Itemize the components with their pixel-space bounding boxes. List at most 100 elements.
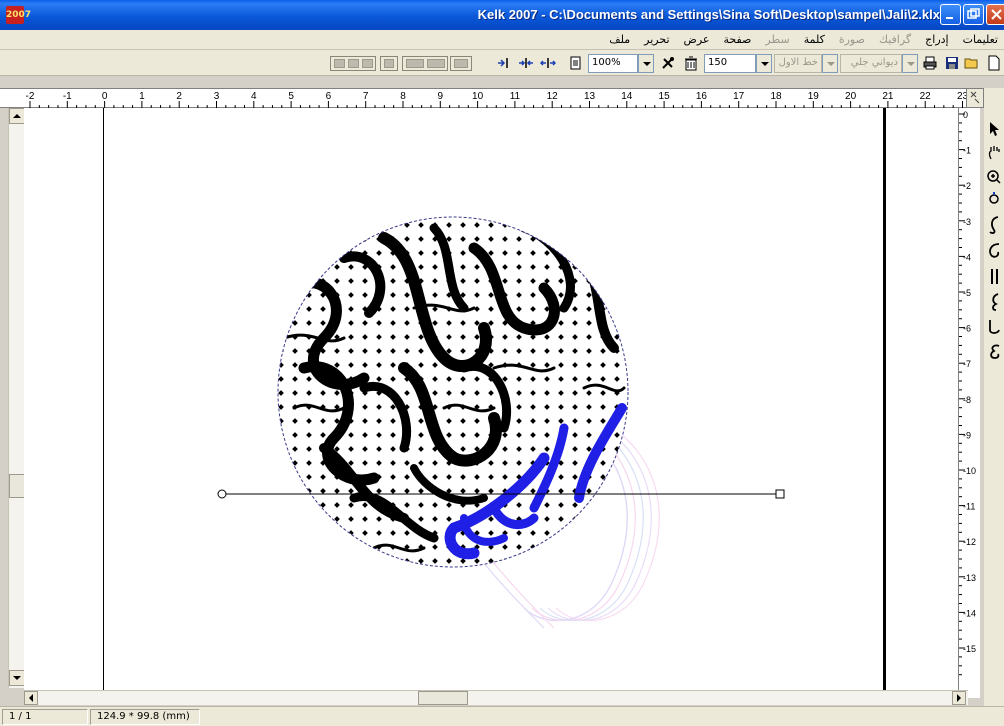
minimize-button[interactable]	[940, 4, 961, 25]
size-select[interactable]: 150	[704, 54, 756, 73]
style-dropdown-button[interactable]	[822, 54, 838, 73]
horizontal-scrollbar[interactable]	[24, 690, 968, 705]
align-spread-icon[interactable]	[538, 53, 558, 73]
ruler-tick-label: -2	[963, 181, 971, 191]
font-select[interactable]: ديواني جلي	[840, 54, 902, 73]
ruler-tick-label: 3	[214, 91, 220, 102]
scroll-up-button[interactable]	[9, 108, 25, 124]
ruler-tick-label: -5	[963, 288, 971, 298]
page-icon[interactable]	[566, 53, 586, 73]
size-dropdown-button[interactable]	[756, 54, 772, 73]
document-canvas[interactable]	[24, 108, 958, 690]
ruler-tick-label: 9	[438, 91, 444, 102]
ruler-tick-label: -10	[963, 466, 976, 476]
ruler-tick-label: 0	[102, 91, 108, 102]
ruler-corner-button[interactable]	[966, 88, 984, 108]
scroll-down-button[interactable]	[9, 670, 25, 686]
close-button[interactable]	[986, 4, 1004, 25]
ruler-tick-label: -1	[63, 91, 72, 102]
artwork-svg[interactable]	[24, 108, 958, 690]
status-bar: 1 / 1 124.9 * 99.8 (mm)	[0, 706, 1004, 726]
ruler-tick-label: -1	[963, 146, 971, 156]
ruler-tick-label: 5	[288, 91, 294, 102]
horizontal-scroll-thumb[interactable]	[418, 691, 468, 705]
vertical-scrollbar[interactable]	[8, 108, 25, 688]
ruler-tick-label: 22	[920, 91, 932, 102]
ruler-tick-label: -12	[963, 537, 976, 547]
ruler-tick-label: 7	[363, 91, 369, 102]
font-dropdown-button[interactable]	[902, 54, 918, 73]
vertical-scroll-thumb[interactable]	[9, 474, 25, 498]
new-document-icon[interactable]	[984, 53, 1004, 73]
menu-items: ملف تحرير عرض صفحة سطر كلمة صورة گرافيك إدراج تعل…	[607, 32, 1000, 47]
letter-tool-icon-6[interactable]	[986, 340, 1004, 362]
letter-tool-icon-1[interactable]	[986, 214, 1004, 236]
save-icon[interactable]	[942, 53, 962, 73]
ruler-tick-label: -11	[963, 502, 975, 512]
zoom-tool-icon[interactable]	[986, 168, 1004, 190]
toolbar: 100% 150 خط الاول ديواني جلي	[0, 50, 1004, 76]
ruler-tick-label: 1	[139, 91, 145, 102]
ruler-tick-label: 11	[510, 91, 521, 102]
menu-item[interactable]: كلمة	[802, 32, 827, 47]
menu-item[interactable]: ملف	[607, 32, 632, 47]
hand-tool-icon[interactable]	[986, 144, 1004, 166]
align-right-icon[interactable]	[494, 53, 514, 73]
tools-icon[interactable]	[658, 53, 678, 73]
page-indicator: 1 / 1	[2, 709, 88, 725]
scroll-right-button[interactable]	[952, 691, 966, 705]
ruler-tick-label: 18	[770, 91, 782, 102]
ruler-tick-label: -14	[963, 608, 976, 618]
ruler-tick-label: 20	[845, 91, 857, 102]
layout-single-button[interactable]	[380, 56, 398, 71]
tool-palette	[984, 88, 1004, 706]
guide-handle-left[interactable]	[217, 489, 227, 499]
trash-icon[interactable]	[681, 53, 701, 73]
menu-item[interactable]: تعليمات	[961, 32, 1000, 47]
ruler-tick-label: 4	[251, 91, 257, 102]
style-select[interactable]: خط الاول	[774, 54, 822, 73]
menu-item[interactable]: گرافيك	[877, 32, 913, 47]
menu-item[interactable]: عرض	[682, 32, 712, 47]
ruler-tick-label: -13	[963, 573, 976, 583]
ruler-tick-label: -3	[963, 217, 971, 227]
zoom-select[interactable]: 100%	[588, 54, 638, 73]
align-center-icon[interactable]	[516, 53, 536, 73]
layout-three-button[interactable]	[330, 56, 376, 71]
ruler-tick-label: -6	[963, 324, 971, 334]
open-folder-icon[interactable]	[962, 53, 982, 73]
title-bar[interactable]: 2007 Kelk 2007 - C:\Documents and Settin…	[0, 0, 1004, 30]
ruler-tick-label: 15	[659, 91, 671, 102]
letter-tool-icon-2[interactable]	[986, 240, 1004, 262]
menu-item[interactable]: صفحة	[721, 32, 753, 47]
ruler-tick-label: -2	[26, 91, 35, 102]
zoom-dropdown-button[interactable]	[638, 54, 654, 73]
layout-full-button[interactable]	[450, 56, 472, 71]
ruler-tick-label: 19	[808, 91, 820, 102]
horizontal-ruler: -2 -1 0 1 2 3 4 5 6 7 8 9 10 11 12 13 14 15 16 17 18 19 20 21 22…	[0, 88, 970, 109]
layout-two-button[interactable]	[402, 56, 448, 71]
scroll-left-button[interactable]	[24, 691, 38, 705]
menu-item[interactable]: سطر	[763, 32, 791, 47]
maximize-button[interactable]	[963, 4, 984, 25]
menu-item[interactable]: صورة	[837, 32, 867, 47]
vertical-ruler: 0 -1 -2 -3 -4 -5 -6 -7 -8 -9 -10 -11 -12 -13 -14 -15	[958, 108, 980, 698]
menu-item[interactable]: تحرير	[642, 32, 671, 47]
print-icon[interactable]	[920, 53, 940, 73]
rotate-tool-icon[interactable]	[986, 190, 1004, 212]
ruler-tick-label: 0	[963, 110, 968, 120]
letter-tool-icon-4[interactable]	[986, 290, 1004, 312]
pointer-tool-icon[interactable]	[986, 120, 1004, 142]
ruler-tick-label: 12	[547, 91, 559, 102]
menu-bar: ملف تحرير عرض صفحة سطر كلمة صورة گرافيك إدراج تعل…	[0, 30, 1004, 50]
ruler-tick-label: -4	[963, 252, 971, 262]
ruler-tick-label: 14	[621, 91, 633, 102]
app-icon[interactable]: 2007	[6, 6, 31, 24]
ruler-tick-label: 17	[733, 91, 745, 102]
letter-tool-icon-3[interactable]	[986, 266, 1004, 288]
letter-tool-icon-5[interactable]	[986, 316, 1004, 338]
ruler-tick-label: 16	[696, 91, 708, 102]
guide-handle-right[interactable]	[775, 489, 785, 499]
app-window: 2007 Kelk 2007 - C:\Documents and Settin…	[0, 0, 1004, 726]
menu-item[interactable]: إدراج	[923, 32, 950, 47]
